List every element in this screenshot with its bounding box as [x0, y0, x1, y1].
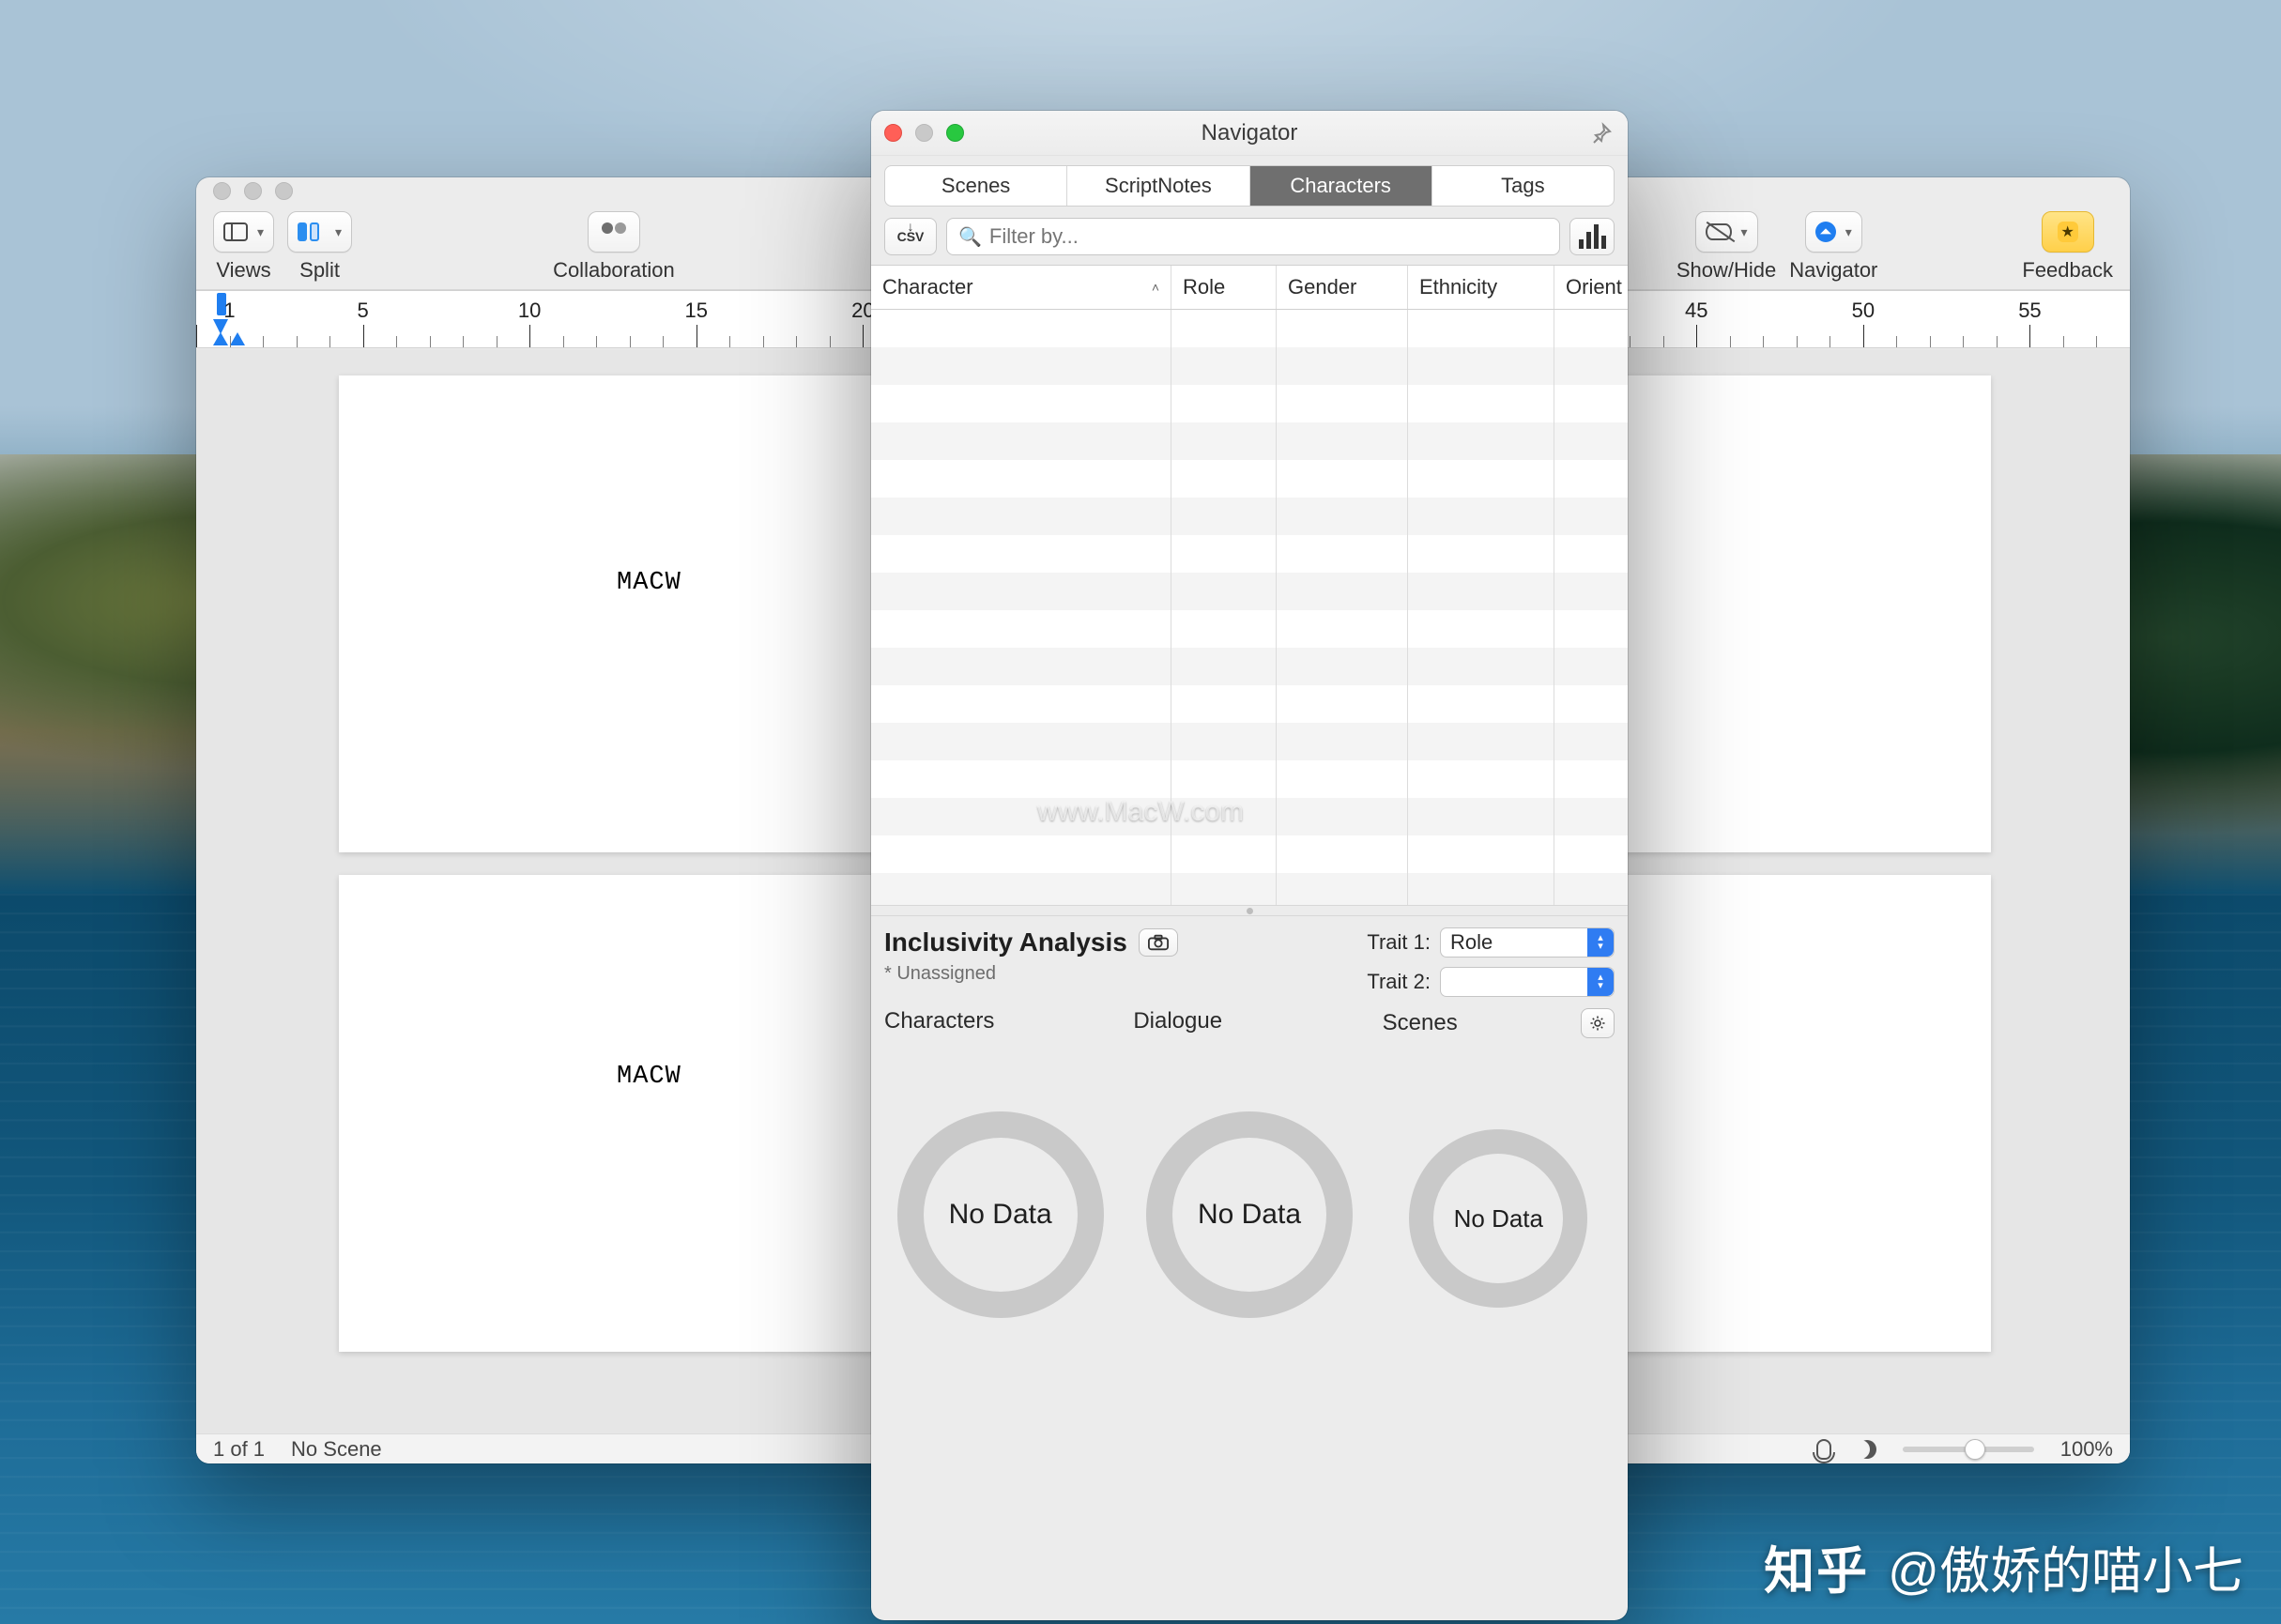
ruler-label: 15 [685, 299, 708, 323]
card-characters-title: Characters [884, 1008, 994, 1034]
collaboration-button[interactable] [588, 211, 640, 253]
show-hide-label: Show/Hide [1676, 258, 1776, 283]
tab-characters[interactable]: Characters [1250, 166, 1432, 206]
ruler-label: 50 [1852, 299, 1875, 323]
col-gender-label: Gender [1288, 275, 1356, 299]
select-stepper-icon: ▴▾ [1587, 928, 1614, 957]
inclusivity-sub: * Unassigned [884, 963, 1178, 985]
chevron-down-icon: ▾ [1741, 224, 1748, 240]
split-icon [298, 222, 326, 241]
navigator-label: Navigator [1789, 258, 1877, 283]
navigator-titlebar[interactable]: Navigator [871, 111, 1628, 156]
col-orientation[interactable]: Orient [1554, 266, 1628, 309]
status-page-of: 1 of 1 [213, 1437, 265, 1462]
donut-scenes-label: No Data [1454, 1204, 1543, 1233]
ruler-label: 45 [1685, 299, 1707, 323]
navigator-button[interactable]: ▾ [1805, 211, 1862, 253]
chart-toggle-button[interactable] [1569, 218, 1615, 255]
zhihu-logo: 知乎 [1764, 1529, 1869, 1603]
moon-icon[interactable] [1858, 1440, 1876, 1459]
col-character[interactable]: Character ˄ [871, 266, 1171, 309]
close-dot-inactive[interactable] [213, 182, 231, 200]
zoom-slider[interactable] [1903, 1447, 2034, 1452]
card-scenes-title: Scenes [1383, 1010, 1458, 1036]
resize-grip[interactable] [871, 905, 1628, 916]
trait1-value: Role [1450, 930, 1493, 955]
tab-scenes[interactable]: Scenes [885, 166, 1067, 206]
pin-icon[interactable] [1590, 122, 1613, 145]
navigator-tabs: Scenes ScriptNotes Characters Tags [884, 165, 1615, 207]
layout-icon [223, 222, 248, 241]
people-icon [600, 222, 628, 241]
chevron-down-icon: ▾ [1845, 224, 1852, 240]
status-zoom: 100% [2060, 1437, 2113, 1462]
col-role-label: Role [1183, 275, 1225, 299]
show-hide-button[interactable]: ▾ [1695, 211, 1758, 253]
feedback-label: Feedback [2022, 258, 2113, 283]
donut-characters: No Data [897, 1111, 1104, 1318]
col-gender[interactable]: Gender [1277, 266, 1408, 309]
filter-search[interactable]: 🔍 [946, 218, 1560, 255]
trait2-label: Trait 2: [1357, 970, 1431, 994]
traffic-lights-inactive[interactable] [213, 182, 293, 200]
inclusivity-cards: Characters No Data Dialogue No Data Scen… [871, 1003, 1628, 1401]
card-settings-button[interactable] [1581, 1008, 1615, 1038]
table-header: Character ˄ Role Gender Ethnicity Orient [871, 265, 1628, 310]
views-label: Views [216, 258, 270, 283]
ruler-label: 10 [518, 299, 541, 323]
navigator-window: Navigator Scenes ScriptNotes Characters … [871, 111, 1628, 1620]
camera-icon [1148, 934, 1169, 951]
zhihu-handle: @傲娇的喵小七 [1888, 1529, 2243, 1603]
watermark-bottom: 知乎 @傲娇的喵小七 [1764, 1529, 2243, 1603]
page-1-text[interactable]: MACW [617, 569, 681, 597]
views-button[interactable]: ▾ [213, 211, 274, 253]
col-ethnicity-label: Ethnicity [1419, 275, 1497, 299]
col-character-label: Character [882, 275, 973, 299]
donut-scenes: No Data [1409, 1129, 1587, 1308]
ruler-label: 1 [223, 299, 235, 323]
split-label: Split [299, 258, 340, 283]
navigator-tools: CSV 🔍 [871, 207, 1628, 265]
inclusivity-title: Inclusivity Analysis [884, 927, 1127, 958]
trait1-select[interactable]: Role ▴▾ [1440, 927, 1615, 958]
donut-dialogue: No Data [1146, 1111, 1353, 1318]
export-csv-button[interactable]: CSV [884, 218, 937, 255]
select-stepper-icon: ▴▾ [1587, 968, 1614, 996]
eye-off-icon [1706, 223, 1732, 240]
page-2-text[interactable]: MACW [617, 1063, 681, 1091]
card-dialogue-title: Dialogue [1133, 1008, 1222, 1034]
minimize-dot-inactive[interactable] [244, 182, 262, 200]
csv-label: CSV [897, 229, 925, 244]
table-body[interactable] [871, 310, 1628, 905]
tab-scriptnotes[interactable]: ScriptNotes [1067, 166, 1249, 206]
chevron-down-icon: ▾ [257, 224, 264, 240]
zoom-dot-inactive[interactable] [275, 182, 293, 200]
ruler-label: 5 [357, 299, 368, 323]
collaboration-label: Collaboration [553, 258, 675, 283]
trait2-select[interactable]: ▴▾ [1440, 967, 1615, 997]
col-role[interactable]: Role [1171, 266, 1277, 309]
chevron-down-icon: ▾ [335, 224, 342, 240]
mic-icon[interactable] [1816, 1439, 1831, 1460]
status-scene: No Scene [291, 1437, 382, 1462]
col-ethnicity[interactable]: Ethnicity [1408, 266, 1554, 309]
tab-tags[interactable]: Tags [1432, 166, 1614, 206]
sort-asc-icon: ˄ [1152, 280, 1159, 295]
trait1-label: Trait 1: [1357, 930, 1431, 955]
ruler-label: 55 [2018, 299, 2041, 323]
donut-dialogue-label: No Data [1198, 1199, 1301, 1231]
filter-input[interactable] [989, 224, 1548, 249]
donut-characters-label: No Data [949, 1199, 1052, 1231]
star-icon: ★ [2058, 222, 2078, 242]
inclusivity-header: Inclusivity Analysis * Unassigned Trait … [871, 916, 1628, 1003]
compass-icon [1815, 222, 1836, 242]
feedback-button[interactable]: ★ [2042, 211, 2094, 253]
search-icon: 🔍 [958, 225, 982, 249]
split-button[interactable]: ▾ [287, 211, 352, 253]
navigator-title: Navigator [871, 120, 1628, 146]
gear-icon [1589, 1015, 1606, 1032]
col-orientation-label: Orient [1566, 275, 1622, 299]
snapshot-button[interactable] [1139, 928, 1178, 957]
